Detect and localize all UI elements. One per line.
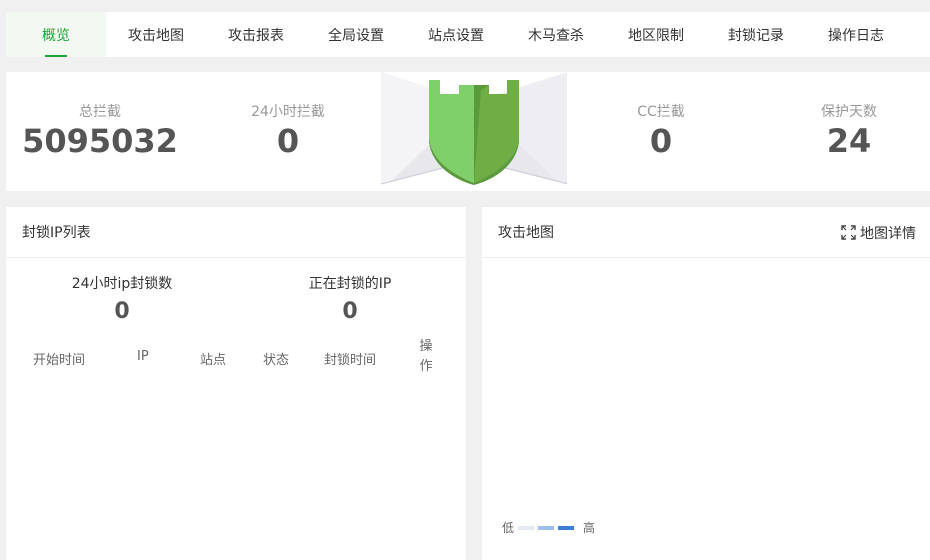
stat-days: 保护天数 24 [755,72,930,191]
column-site: 站点 [200,353,227,368]
stat-cc-value: 0 [649,122,673,160]
stats-left-panel: 总拦截 5095032 24小时拦截 0 [6,72,382,191]
blocked-ip-title: 封锁IP列表 [6,207,466,258]
tab-overview[interactable]: 概览 [6,12,106,57]
legend-low-label: 低 [502,521,515,535]
tab-site-settings[interactable]: 站点设置 [406,12,506,57]
column-block-time: 封锁时间 [324,353,377,368]
tab-bar: 概览 攻击地图 攻击报表 全局设置 站点设置 木马查杀 地区限制 封锁记录 操作… [6,12,930,57]
tab-block-records[interactable]: 封锁记录 [706,12,806,57]
ip-count-now-label: 正在封锁的IP [308,276,392,292]
ip-count-now-value: 0 [342,299,358,324]
tab-region-limit[interactable]: 地区限制 [606,12,706,57]
ip-count-24h-value: 0 [114,299,130,324]
shield-emblem [381,72,568,191]
stat-24h: 24小时拦截 0 [194,72,382,191]
attack-map-header: 攻击地图 地图详情 [482,207,930,258]
tab-global-settings[interactable]: 全局设置 [306,12,406,57]
stat-days-value: 24 [826,122,872,160]
legend-high-label: 高 [583,521,596,535]
map-legend: 低 高 [502,519,595,536]
ip-count-24h-label: 24小时ip封锁数 [71,276,173,292]
attack-map-title: 攻击地图 [498,225,554,241]
column-action: 操作 [419,339,433,374]
stat-days-label: 保护天数 [821,104,877,120]
tab-trojan-scan[interactable]: 木马查杀 [506,12,606,57]
column-ip: IP [137,349,149,364]
stat-total: 总拦截 5095032 [6,72,194,191]
stat-24h-label: 24小时拦截 [251,104,325,120]
shield-icon [381,72,568,191]
column-start-time: 开始时间 [33,353,86,368]
stats-right-panel: CC拦截 0 保护天数 24 [567,72,930,191]
column-status: 状态 [263,353,290,368]
stat-cc-label: CC拦截 [637,104,685,120]
fullscreen-icon [841,225,856,240]
stat-24h-value: 0 [276,122,300,160]
stat-cc: CC拦截 0 [567,72,755,191]
legend-swatch-low [518,525,535,530]
legend-swatch-high [558,525,575,530]
stat-total-label: 总拦截 [79,104,121,120]
ip-count-24h: 24小时ip封锁数 0 [22,273,222,324]
map-detail-label: 地图详情 [860,225,916,242]
attack-map-panel: 攻击地图 地图详情 低 高 [482,207,930,560]
stat-total-value: 5095032 [22,122,178,160]
legend-swatch-mid [538,525,555,530]
blocked-ip-panel: 封锁IP列表 24小时ip封锁数 0 正在封锁的IP 0 开始时间 IP 站点 … [6,207,466,560]
map-detail-button[interactable]: 地图详情 [841,207,916,258]
tab-attack-report[interactable]: 攻击报表 [206,12,306,57]
tab-attack-map[interactable]: 攻击地图 [106,12,206,57]
tab-operation-log[interactable]: 操作日志 [806,12,906,57]
ip-table-header: 开始时间 IP 站点 状态 封锁时间 操作 [6,337,466,377]
ip-count-now: 正在封锁的IP 0 [250,273,450,324]
